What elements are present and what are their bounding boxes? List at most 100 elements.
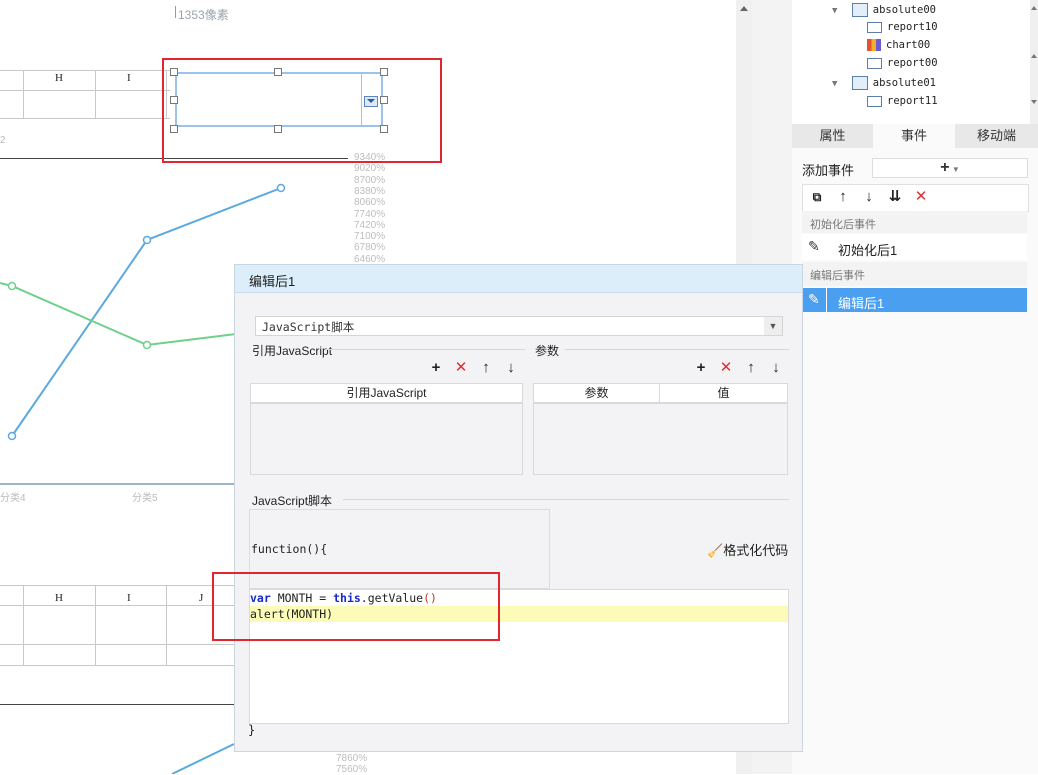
closing-brace: } — [248, 723, 256, 737]
data-point — [7, 281, 17, 291]
divider — [343, 499, 789, 500]
event-item-label: 编辑后1 — [838, 296, 885, 311]
tab-properties[interactable]: 属性 — [792, 124, 873, 148]
scroll-up-icon[interactable] — [1031, 54, 1037, 58]
arrow-down-icon[interactable]: ↓ — [768, 360, 784, 376]
grid-line — [0, 644, 234, 645]
scroll-up-icon[interactable] — [740, 6, 748, 11]
delete-icon[interactable]: ✕ — [718, 360, 734, 376]
tree-item-label: report10 — [887, 21, 938, 33]
arrow-down-icon[interactable]: ↓ — [503, 360, 519, 376]
highlight-box-code — [212, 572, 500, 641]
edit-icon: ✎ — [808, 238, 820, 254]
section-header: 初始化后事件 — [802, 211, 1027, 233]
edit-icon: ✎ — [808, 291, 820, 307]
divider — [325, 349, 525, 350]
params-title: 参数 — [535, 344, 560, 358]
arrow-up-icon[interactable]: ↑ — [835, 189, 851, 205]
tree-item-label: absolute01 — [872, 77, 936, 89]
move-bottom-icon[interactable]: ⇊ — [887, 189, 903, 205]
add-icon[interactable]: + — [693, 360, 709, 376]
edit-event-dialog: 编辑后1 JavaScript脚本 ▼ 引用JavaScript 参数 + ✕ … — [234, 264, 803, 752]
tree-item-absolute01[interactable]: ▼ absolute01 — [832, 76, 936, 94]
ref-js-table: 引用JavaScript — [250, 383, 523, 475]
chart-icon — [867, 39, 881, 51]
add-event-button[interactable]: + ▼ — [872, 158, 1028, 178]
data-point — [142, 235, 152, 245]
grid-line — [166, 585, 167, 665]
container-icon — [851, 3, 868, 17]
percent-label: 7860% — [336, 753, 368, 764]
add-event-label: 添加事件 — [802, 163, 855, 178]
column-header-h: H — [55, 592, 63, 604]
table-header[interactable]: 参数 — [534, 384, 660, 404]
grid-line — [23, 585, 24, 665]
add-icon[interactable]: + — [428, 360, 444, 376]
percent-label: 7560% — [336, 764, 368, 775]
arrow-up-icon[interactable]: ↑ — [478, 360, 494, 376]
delete-icon[interactable]: ✕ — [913, 189, 929, 205]
table-header[interactable]: 值 — [660, 384, 787, 404]
tree-item-label: absolute00 — [872, 4, 936, 16]
event-item-init[interactable]: ✎ 初始化后1 — [802, 234, 1027, 260]
tree-item-report10[interactable]: report10 — [867, 21, 938, 39]
section-header: 编辑后事件 — [802, 262, 1027, 286]
tab-events[interactable]: 事件 — [873, 124, 955, 148]
tree-scrollbar[interactable] — [1030, 0, 1038, 124]
section-edit-label: 编辑后事件 — [810, 270, 865, 282]
event-item-label: 初始化后1 — [838, 243, 898, 258]
scroll-up-icon[interactable] — [1031, 6, 1037, 10]
table-header[interactable]: 引用JavaScript — [251, 384, 522, 404]
chevron-down-icon[interactable]: ▼ — [764, 317, 782, 335]
params-table: 参数 值 — [533, 383, 788, 475]
select-value: JavaScript脚本 — [262, 320, 355, 334]
event-item-edit[interactable]: ✎ 编辑后1 — [802, 288, 1027, 312]
function-header: function(){ — [251, 542, 328, 556]
series-line-green — [0, 282, 237, 347]
column-header-j: J — [199, 592, 204, 604]
event-toolbar: ⧉ ↑ ↓ ⇊ ✕ — [802, 184, 1029, 212]
arrow-down-icon[interactable]: ↓ — [861, 189, 877, 205]
tree-item-chart00[interactable]: chart00 — [867, 39, 930, 57]
format-code-label: 格式化代码 — [723, 543, 789, 558]
chart-top-border — [0, 704, 234, 705]
data-point — [276, 183, 286, 193]
tree-item-label: chart00 — [886, 39, 931, 51]
tree-item-label: report00 — [887, 57, 938, 69]
chevron-down-icon[interactable]: ▼ — [832, 6, 837, 16]
chevron-down-icon[interactable]: ▼ — [832, 79, 837, 89]
tree-item-report00[interactable]: report00 — [867, 57, 938, 75]
data-point — [142, 340, 152, 350]
tree-item-report11[interactable]: report11 — [867, 95, 938, 113]
add-icon: + — [940, 159, 950, 176]
data-point — [7, 431, 17, 441]
grid-line — [95, 585, 96, 665]
broom-icon: 🧹 — [707, 543, 724, 558]
grid-line — [0, 585, 234, 586]
series-line-blue-lower — [171, 743, 235, 774]
ref-js-title: 引用JavaScript — [252, 344, 333, 358]
tree-item-absolute00[interactable]: ▼ absolute00 — [832, 3, 936, 21]
dialog-titlebar[interactable]: 编辑后1 — [235, 265, 802, 293]
category-label: 分类5 — [132, 493, 158, 504]
grid-line — [0, 605, 234, 606]
component-tree: ▼ absolute00 report10 chart00 report00 ▼… — [792, 0, 1038, 124]
copy-icon[interactable]: ⧉ — [809, 189, 825, 205]
report-icon — [867, 57, 882, 69]
format-code-button[interactable]: 🧹格式化代码 — [707, 540, 788, 559]
container-icon — [851, 76, 868, 90]
scroll-down-icon[interactable] — [1031, 100, 1037, 104]
report-icon — [867, 21, 882, 33]
script-section-title: JavaScript脚本 — [252, 494, 333, 508]
arrow-up-icon[interactable]: ↑ — [743, 360, 759, 376]
divider — [565, 349, 789, 350]
tab-mobile[interactable]: 移动端 — [955, 124, 1038, 148]
category-label: 分类4 — [0, 493, 26, 504]
section-init-label: 初始化后事件 — [810, 219, 876, 231]
highlight-box-widget — [162, 58, 442, 163]
delete-icon[interactable]: ✕ — [453, 360, 469, 376]
dialog-title: 编辑后1 — [249, 274, 296, 289]
column-header-i: I — [127, 592, 131, 604]
script-type-select[interactable]: JavaScript脚本 ▼ — [255, 316, 783, 336]
events-panel: 添加事件 + ▼ ⧉ ↑ ↓ ⇊ ✕ 初始化后事件 ✎ 初始化后1 编辑后事件 … — [792, 148, 1038, 774]
